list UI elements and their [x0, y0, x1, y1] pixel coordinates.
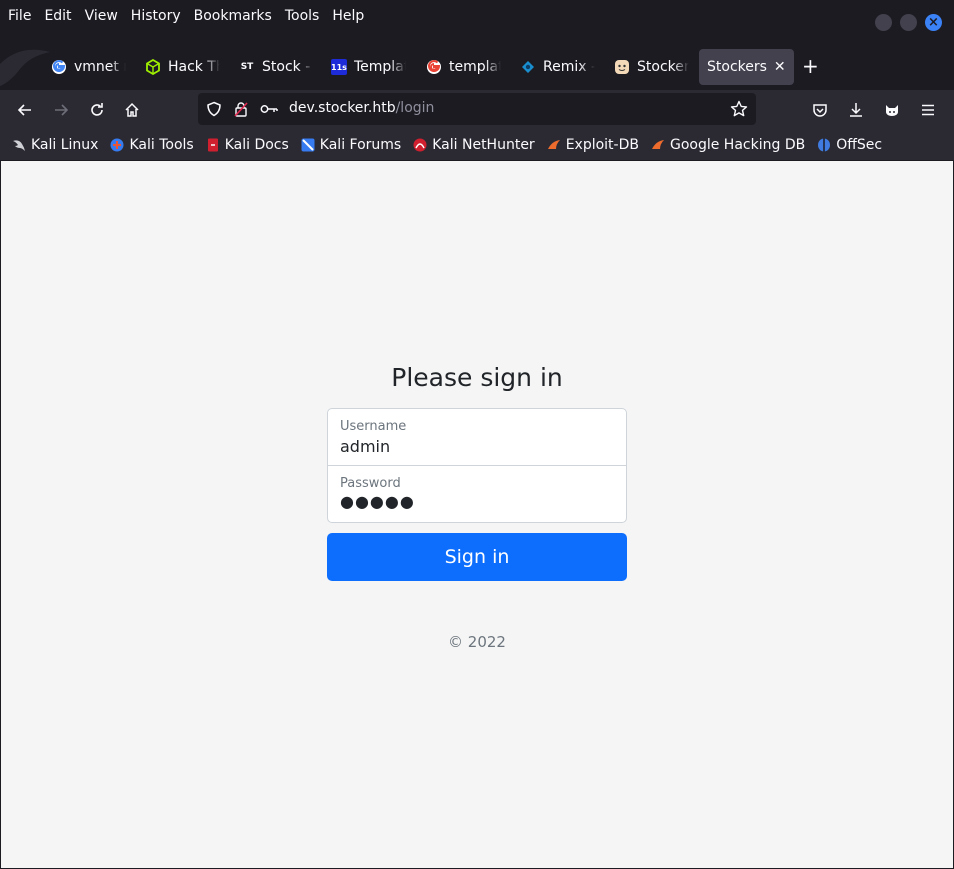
bookmarks-toolbar: Kali Linux Kali Tools Kali Docs Kali For… — [0, 130, 954, 160]
tab-stock[interactable]: ST Stock - — [239, 49, 314, 85]
tab-label: Hack Th — [168, 59, 220, 75]
google-icon — [426, 59, 442, 75]
window-controls: × — [875, 14, 942, 31]
tab-label: templat — [449, 59, 501, 75]
tab-remix[interactable]: Remix - — [520, 49, 595, 85]
page-content: Please sign in Username admin Password ●… — [1, 161, 953, 868]
bookmark-kali-linux[interactable]: Kali Linux — [12, 137, 98, 153]
bookmark-exploit-db[interactable]: Exploit-DB — [547, 137, 639, 153]
stocker-icon — [614, 59, 630, 75]
key-icon[interactable] — [260, 102, 278, 116]
menu-edit[interactable]: Edit — [44, 7, 71, 25]
url-host: dev.stocker.htb — [289, 100, 396, 116]
menu-history[interactable]: History — [131, 7, 181, 25]
reload-button[interactable] — [85, 98, 109, 122]
navigation-bar: dev.stocker.htb/login — [0, 90, 954, 130]
username-field[interactable]: Username admin — [327, 408, 627, 466]
tab-label: Stocker — [637, 59, 689, 75]
menu-tools[interactable]: Tools — [285, 7, 320, 25]
bookmark-label: Kali Linux — [31, 137, 99, 153]
menu-file[interactable]: File — [8, 7, 31, 25]
account-icon — [886, 105, 898, 116]
back-arrow-icon — [17, 104, 31, 116]
11s-icon: 11s — [331, 59, 347, 75]
close-tab-icon[interactable]: ✕ — [774, 59, 786, 75]
password-input[interactable]: ●●●●● — [340, 492, 415, 511]
menu-bookmarks[interactable]: Bookmarks — [194, 7, 272, 25]
kali-docs-icon — [207, 138, 218, 152]
bookmark-label: OffSec — [836, 137, 883, 153]
tab-templates-11s[interactable]: 11s Templat — [331, 49, 406, 85]
tab-stocker[interactable]: Stocker — [614, 49, 689, 85]
bookmark-kali-nethunter[interactable]: Kali NetHunter — [413, 137, 535, 153]
hackthebox-icon — [145, 59, 161, 75]
bookmark-label: Kali Tools — [129, 137, 194, 153]
forward-button[interactable] — [49, 98, 73, 122]
tab-label: Remix - — [543, 59, 595, 75]
reload-icon — [91, 103, 103, 116]
shield-icon[interactable] — [206, 101, 222, 117]
tab-strip: vmnet r Hack Th ST Stock - 11s Templat t… — [0, 34, 954, 90]
offsec-icon — [818, 138, 831, 152]
address-bar[interactable]: dev.stocker.htb/login — [198, 93, 756, 125]
hamburger-menu-icon — [922, 104, 934, 116]
tab-label: Templat — [354, 59, 406, 75]
app-menu-button[interactable] — [916, 98, 940, 122]
tab-hackthebox[interactable]: Hack Th — [145, 49, 220, 85]
page-title: Please sign in — [391, 363, 563, 392]
tab-templates-google[interactable]: templat — [426, 49, 501, 85]
kali-forums-icon — [301, 138, 315, 152]
bookmark-google-hacking-db[interactable]: Google Hacking DB — [651, 137, 805, 153]
forward-arrow-icon — [55, 104, 69, 116]
home-button[interactable] — [120, 98, 144, 122]
bookmark-label: Kali Forums — [319, 137, 402, 153]
insecure-lock-icon[interactable] — [233, 101, 249, 117]
pocket-button[interactable] — [808, 98, 832, 122]
new-tab-button[interactable]: + — [802, 56, 819, 76]
maximize-button[interactable] — [900, 14, 917, 31]
tab-label: Stockers — [707, 59, 767, 75]
download-icon — [850, 103, 862, 117]
copyright-text: © 2022 — [448, 633, 506, 651]
url-path: /login — [395, 100, 435, 116]
bookmark-label: Exploit-DB — [565, 137, 639, 153]
menu-view[interactable]: View — [85, 7, 118, 25]
bookmark-offsec[interactable]: OffSec — [817, 137, 882, 153]
password-label: Password — [340, 476, 401, 491]
downloads-button[interactable] — [844, 98, 868, 122]
close-window-button[interactable]: × — [925, 14, 942, 31]
pocket-icon — [813, 104, 827, 117]
bookmark-kali-docs[interactable]: Kali Docs — [206, 137, 289, 153]
bookmark-label: Google Hacking DB — [669, 137, 806, 153]
menu-items: File Edit View History Bookmarks Tools H… — [8, 7, 377, 25]
tab-vmnet[interactable]: vmnet r — [51, 49, 126, 85]
google-icon — [51, 59, 67, 75]
minimize-button[interactable] — [875, 14, 892, 31]
url-text[interactable]: dev.stocker.htb/login — [289, 100, 434, 116]
kali-nethunter-icon — [413, 138, 427, 152]
bookmark-kali-tools[interactable]: Kali Tools — [110, 137, 194, 153]
kali-dragon-icon — [13, 140, 25, 151]
tab-label: Stock - — [262, 59, 311, 75]
back-button[interactable] — [13, 98, 37, 122]
st-icon: ST — [240, 62, 254, 72]
password-field[interactable]: Password ●●●●● — [327, 465, 627, 523]
sign-in-button[interactable]: Sign in — [327, 533, 627, 581]
ghdb-icon — [651, 140, 664, 149]
kali-tools-icon — [110, 138, 124, 152]
menu-help[interactable]: Help — [332, 7, 364, 25]
bookmark-kali-forums[interactable]: Kali Forums — [301, 137, 401, 153]
menu-bar: File Edit View History Bookmarks Tools H… — [0, 0, 954, 34]
bookmark-label: Kali Docs — [224, 137, 289, 153]
username-label: Username — [340, 419, 407, 434]
exploit-db-icon — [547, 140, 560, 149]
remix-icon — [520, 59, 536, 75]
bookmark-label: Kali NetHunter — [432, 137, 535, 153]
tab-stockers-active[interactable]: Stockers ✕ — [699, 49, 794, 85]
tab-label: vmnet r — [74, 59, 126, 75]
username-input[interactable]: admin — [340, 437, 390, 456]
home-icon — [125, 102, 139, 117]
account-button[interactable] — [880, 98, 904, 122]
bookmark-star-icon[interactable] — [730, 100, 748, 118]
